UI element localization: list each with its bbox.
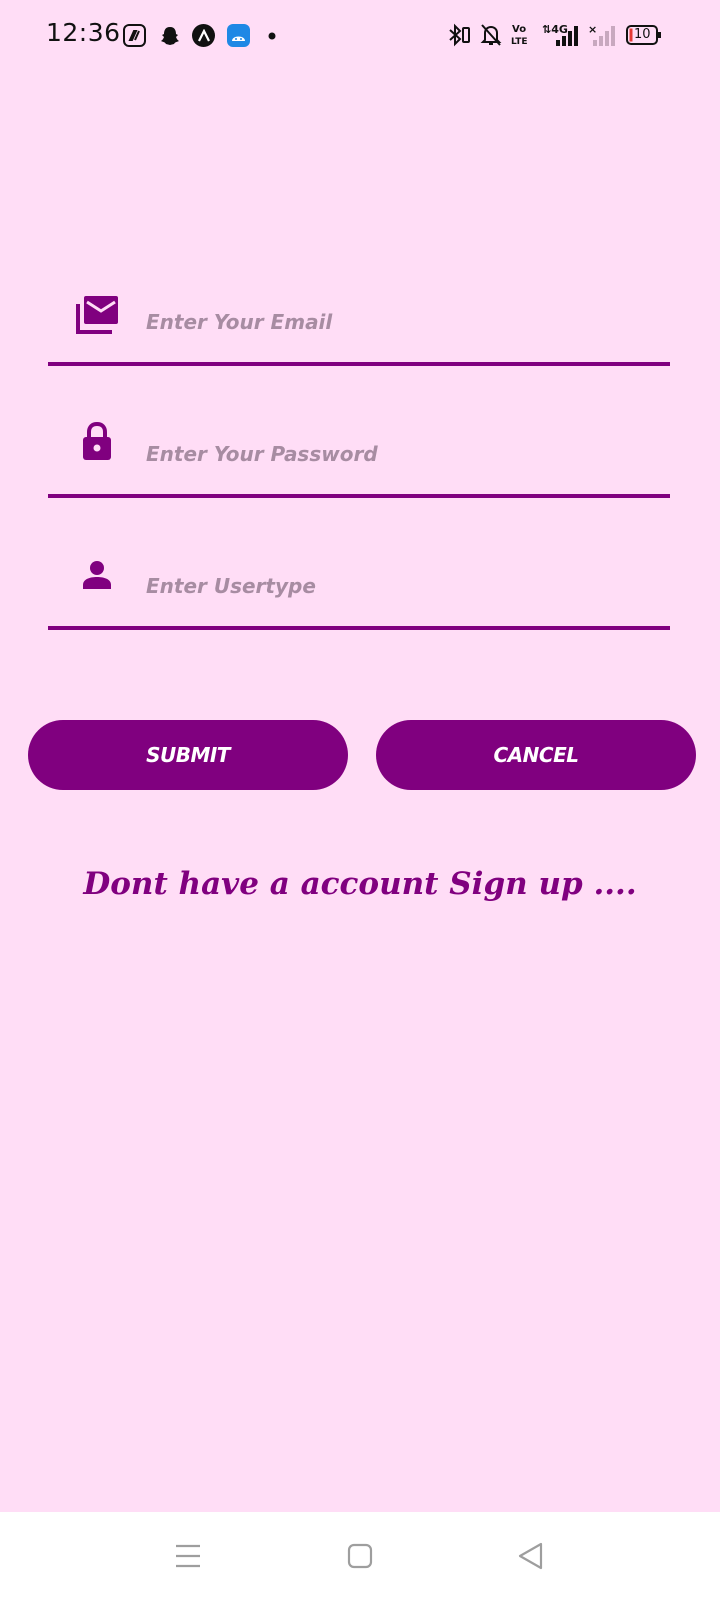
cancel-button[interactable]: CANCEL xyxy=(376,720,696,790)
email-underline xyxy=(48,362,670,366)
signup-link[interactable]: Dont have a account Sign up .... xyxy=(0,866,720,902)
lock-icon xyxy=(82,421,112,466)
bluetooth-icon xyxy=(446,22,472,52)
volte-icon: Vo LTE xyxy=(510,22,534,49)
status-bar: 12:36 Vo LTE ⇅4G × 10 xyxy=(0,0,720,72)
email-icon xyxy=(76,294,120,338)
android-studio-icon xyxy=(227,24,250,47)
signal-4g-icon: ⇅4G xyxy=(542,22,582,52)
system-nav-bar xyxy=(0,1512,720,1600)
password-input[interactable] xyxy=(146,434,646,474)
email-input[interactable] xyxy=(146,302,646,342)
home-icon[interactable] xyxy=(338,1534,382,1578)
svg-text:LTE: LTE xyxy=(511,37,528,46)
submit-button[interactable]: SUBMIT xyxy=(28,720,348,790)
menu-icon[interactable] xyxy=(166,1534,210,1578)
snapchat-icon xyxy=(158,24,181,47)
mute-bell-icon xyxy=(480,22,502,52)
svg-text:×: × xyxy=(588,23,597,36)
back-icon[interactable] xyxy=(508,1534,552,1578)
usertype-field-container xyxy=(48,560,670,630)
app-a-icon xyxy=(192,24,215,47)
password-underline xyxy=(48,494,670,498)
jiosaavn-icon xyxy=(123,24,146,47)
more-dot-icon xyxy=(260,24,283,47)
usertype-underline xyxy=(48,626,670,630)
svg-text:Vo: Vo xyxy=(512,24,526,35)
usertype-input[interactable] xyxy=(146,566,646,606)
battery-icon: 10 xyxy=(626,24,662,50)
password-field-container xyxy=(48,421,670,498)
person-icon xyxy=(82,560,112,594)
signal-nosim-icon: × xyxy=(588,22,618,52)
svg-text:⇅4G: ⇅4G xyxy=(542,23,568,36)
battery-level: 10 xyxy=(634,27,651,42)
email-field-container xyxy=(48,296,670,366)
status-time: 12:36 xyxy=(46,18,121,47)
